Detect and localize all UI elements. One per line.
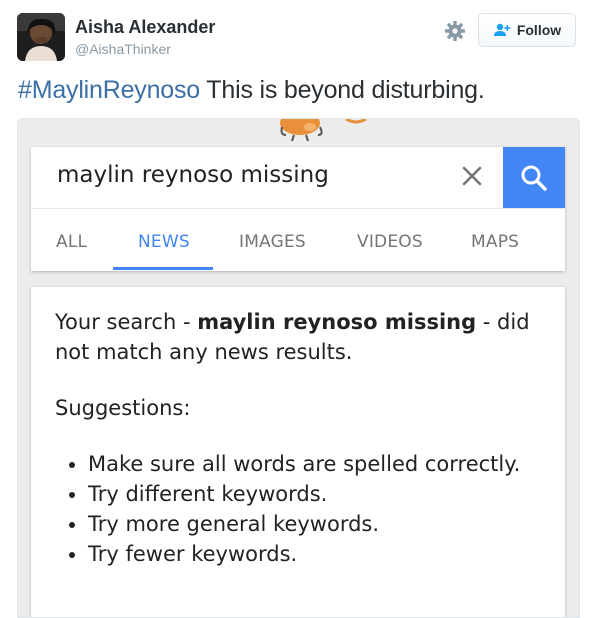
tab-maps[interactable]: MAPS (471, 232, 519, 252)
no-results-card: Your search - maylin reynoso missing - d… (31, 287, 565, 617)
user-name[interactable]: Aisha Alexander (75, 17, 215, 38)
follow-button[interactable]: Follow (478, 13, 576, 47)
suggestion-item: Try fewer keywords. (88, 539, 541, 569)
profile-photo-icon (17, 13, 65, 61)
search-icon (521, 165, 547, 191)
suggestion-item: Try different keywords. (88, 479, 541, 509)
tweet-text: #MaylinReynoso This is beyond disturbing… (18, 76, 485, 105)
suggestion-item: Try more general keywords. (88, 509, 541, 539)
search-tabs: ALL NEWS IMAGES VIDEOS MAPS (31, 208, 565, 271)
active-tab-indicator (113, 267, 213, 270)
clear-icon[interactable] (459, 163, 485, 189)
tab-all[interactable]: ALL (56, 232, 87, 252)
search-card: maylin reynoso missing ALL NEWS IMAGES V… (31, 147, 565, 271)
follow-label: Follow (516, 22, 562, 38)
suggestions-title: Suggestions: (55, 396, 191, 420)
search-input[interactable]: maylin reynoso missing (57, 162, 329, 188)
gear-icon[interactable] (443, 19, 467, 43)
user-handle[interactable]: @AishaThinker (75, 41, 171, 57)
hashtag-link[interactable]: #MaylinReynoso (18, 76, 200, 104)
result-message: Your search - maylin reynoso missing - d… (55, 307, 541, 569)
tab-videos[interactable]: VIDEOS (357, 232, 423, 252)
tab-images[interactable]: IMAGES (239, 232, 306, 252)
search-button[interactable] (503, 147, 565, 208)
doodle-illustration (280, 119, 367, 142)
no-results-text: Your search - maylin reynoso missing - d… (55, 310, 530, 364)
query-bold: maylin reynoso missing (197, 310, 477, 334)
avatar[interactable] (17, 13, 65, 61)
add-user-icon (493, 23, 511, 36)
tab-news[interactable]: NEWS (138, 232, 190, 252)
attached-image[interactable]: maylin reynoso missing ALL NEWS IMAGES V… (17, 118, 580, 618)
suggestion-item: Make sure all words are spelled correctl… (88, 449, 541, 479)
tweet-body: This is beyond disturbing. (200, 76, 485, 104)
search-bar: maylin reynoso missing (31, 147, 565, 209)
suggestions-list: Make sure all words are spelled correctl… (55, 449, 541, 569)
